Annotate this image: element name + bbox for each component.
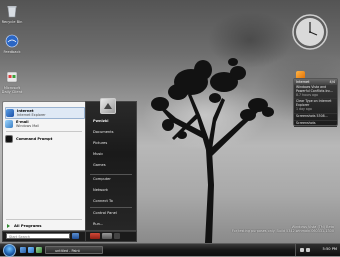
feedback-label: Feedback xyxy=(3,50,21,54)
pinned-subtitle: Windows Mail xyxy=(16,124,40,128)
pinned-internet[interactable]: Internet Internet Explorer xyxy=(5,107,85,119)
start-search-bar: Start Search xyxy=(2,231,86,242)
pinned-separator xyxy=(6,131,82,132)
feed-count: 4/4 xyxy=(329,80,335,84)
taskbar-window-label: untitled - Paint xyxy=(55,249,80,253)
trash-icon xyxy=(7,6,17,18)
user-picture[interactable] xyxy=(100,98,116,114)
recent-command-prompt[interactable]: Command Prompt xyxy=(5,134,83,144)
arrow-right-icon xyxy=(7,223,10,228)
volume-tray-icon[interactable] xyxy=(306,248,310,252)
feedback-icon[interactable]: Feedback xyxy=(0,34,24,54)
taskbar-window-paint[interactable]: untitled - Paint xyxy=(45,246,103,254)
feed-item[interactable]: Screenshots xyxy=(294,121,337,128)
place-pictures[interactable]: Pictures xyxy=(93,141,107,145)
taskbar-clock[interactable]: 5:50 PM xyxy=(323,247,337,251)
place-user-folder[interactable]: Pwnizkl xyxy=(93,119,108,123)
internet-explorer-icon xyxy=(6,109,14,117)
places-separator xyxy=(90,207,132,208)
search-icon[interactable] xyxy=(72,233,79,239)
power-button[interactable] xyxy=(90,233,100,239)
place-connect-to[interactable]: Connect To xyxy=(93,199,113,203)
start-orb-button[interactable] xyxy=(3,244,16,257)
feed-item-time: 1 day ago xyxy=(296,106,312,111)
feedback-globe-icon xyxy=(5,34,19,48)
feed-headlines-gadget[interactable]: Internet 4/4 Windows Vista and Powerful … xyxy=(293,78,338,128)
start-menu-places-pane: Pwnizkl Documents Pictures Music Games C… xyxy=(85,98,137,231)
start-menu: Internet Internet Explorer E-mail Window… xyxy=(2,98,137,242)
all-programs-separator xyxy=(6,219,82,220)
recycle-bin-icon[interactable]: Recycle Bin xyxy=(0,4,24,24)
mail-icon xyxy=(5,120,13,128)
recycle-bin-label: Recycle Bin xyxy=(1,20,23,24)
microsoft-daily-client-icon[interactable]: Microsoft Daily Client xyxy=(0,70,24,94)
all-programs-label: All Programs xyxy=(14,223,42,228)
place-run[interactable]: Run... xyxy=(93,222,103,226)
place-music[interactable]: Music xyxy=(93,152,103,156)
feed-item-title: Screenshots 5308... xyxy=(296,113,328,118)
start-search-input[interactable]: Start Search xyxy=(6,233,70,239)
network-tray-icon[interactable] xyxy=(300,248,304,252)
feed-item[interactable]: Clear Type on Internet Explorer 1 day ag… xyxy=(294,99,337,114)
place-documents[interactable]: Documents xyxy=(93,130,114,134)
clock-gadget[interactable] xyxy=(292,14,328,50)
recent-title: Command Prompt xyxy=(16,137,53,141)
lock-button[interactable] xyxy=(102,233,112,239)
internet-explorer-quicklaunch-icon[interactable] xyxy=(28,247,34,253)
start-menu-programs-pane: Internet Internet Explorer E-mail Window… xyxy=(2,101,86,231)
app-window-icon xyxy=(6,71,18,83)
place-network[interactable]: Network xyxy=(93,188,108,192)
feed-title: Internet xyxy=(296,80,310,84)
places-separator xyxy=(90,174,132,175)
pinned-email[interactable]: E-mail Windows Mail xyxy=(5,119,83,129)
place-games[interactable]: Games xyxy=(93,163,106,167)
place-control-panel[interactable]: Control Panel xyxy=(93,211,117,215)
feed-item[interactable]: Windows Vista and Powerful Conflicts Inc… xyxy=(294,85,337,100)
pinned-subtitle: Internet Explorer xyxy=(17,113,46,117)
user-icon xyxy=(104,103,112,109)
build-watermark: Windows Vista (TM) Beta For testing purp… xyxy=(232,225,334,233)
power-controls xyxy=(85,231,137,242)
feed-item-time: 8.7 hours ago xyxy=(296,92,318,97)
watermark-line-2: For testing purposes only. Build 5342.wi… xyxy=(231,229,334,234)
feed-header: Internet 4/4 xyxy=(294,79,337,85)
microsoft-daily-client-label: Microsoft Daily Client xyxy=(1,86,23,95)
command-prompt-icon xyxy=(5,135,13,143)
taskbar: untitled - Paint 5:50 PM xyxy=(0,243,340,257)
shutdown-options-arrow-icon[interactable] xyxy=(114,233,120,239)
feed-item[interactable]: Screenshots 5308... xyxy=(294,114,337,121)
all-programs-button[interactable]: All Programs xyxy=(7,223,42,228)
show-desktop-icon[interactable] xyxy=(20,247,26,253)
switch-windows-icon[interactable] xyxy=(36,247,42,253)
system-tray: 5:50 PM xyxy=(295,244,340,256)
place-computer[interactable]: Computer xyxy=(93,177,111,181)
feed-item-title: Screenshots xyxy=(296,120,316,125)
